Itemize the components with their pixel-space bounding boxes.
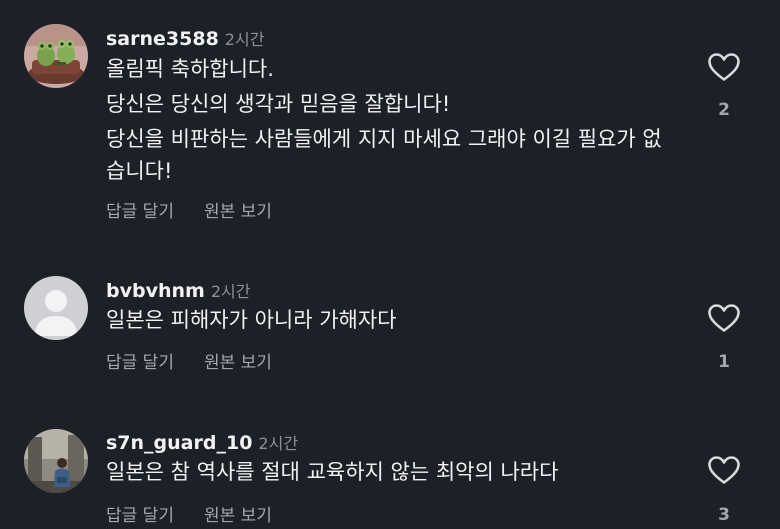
comment-text-line: 올림픽 축하합니다. xyxy=(106,57,274,81)
comment-body: 일본은 피해자가 아니라 가해자다 xyxy=(106,304,696,336)
comment-body: 올림픽 축하합니다. 당신은 당신의 생각과 믿음을 잘합니다! 당신을 비판하… xyxy=(106,53,696,187)
like-count: 2 xyxy=(718,100,730,120)
reply-button[interactable]: 답글 달기 xyxy=(106,353,174,373)
like-count: 3 xyxy=(718,505,730,525)
comment-body: 일본은 참 역사를 절대 교육하지 않는 최악의 나라다 xyxy=(106,456,696,488)
view-original-button[interactable]: 원본 보기 xyxy=(204,202,272,222)
frog-figurine-avatar-icon xyxy=(24,24,88,88)
comment-username[interactable]: bvbvhnm 2시간 xyxy=(106,278,250,302)
username-text[interactable]: s7n_guard_10 xyxy=(106,432,252,454)
comment-item: bvbvhnm 2시간 일본은 피해자가 아니라 가해자다 답글 달기 원본 보기 … xyxy=(0,240,780,390)
view-original-button[interactable]: 원본 보기 xyxy=(204,353,272,373)
comment-item: s7n_guard_10 2시간 일본은 참 역사를 절대 교육하지 않는 최악의… xyxy=(0,390,780,529)
comment-timestamp: 2시간 xyxy=(210,282,251,301)
comment-actions: 답글 달기 원본 보기 xyxy=(106,348,272,373)
avatar[interactable] xyxy=(24,24,88,88)
comment-timestamp: 2시간 xyxy=(224,30,265,49)
like-count: 1 xyxy=(718,352,730,372)
photo-avatar-icon xyxy=(24,429,88,493)
heart-icon[interactable] xyxy=(707,455,741,485)
default-person-avatar-icon xyxy=(24,276,88,340)
comment-item: sarne3588 2시간 올림픽 축하합니다. 당신은 당신의 생각과 믿음을 … xyxy=(0,0,780,240)
heart-icon[interactable] xyxy=(707,303,741,333)
reply-button[interactable]: 답글 달기 xyxy=(106,506,174,526)
view-original-button[interactable]: 원본 보기 xyxy=(204,506,272,526)
avatar[interactable] xyxy=(24,429,88,493)
username-text[interactable]: bvbvhnm xyxy=(106,280,205,302)
comment-username[interactable]: sarne3588 2시간 xyxy=(106,26,264,50)
comment-actions: 답글 달기 원본 보기 xyxy=(106,197,272,222)
comment-text-line: 일본은 피해자가 아니라 가해자다 xyxy=(106,308,397,332)
heart-icon[interactable] xyxy=(707,52,741,82)
avatar[interactable] xyxy=(24,276,88,340)
comment-text-line: 일본은 참 역사를 절대 교육하지 않는 최악의 나라다 xyxy=(106,460,559,484)
comment-username[interactable]: s7n_guard_10 2시간 xyxy=(106,430,298,454)
comment-text-line: 당신은 당신의 생각과 믿음을 잘합니다! xyxy=(106,92,451,116)
comment-text-line: 당신을 비판하는 사람들에게 지지 마세요 그래야 이길 필요가 없습니다! xyxy=(106,127,662,183)
username-text[interactable]: sarne3588 xyxy=(106,28,219,50)
comment-actions: 답글 달기 원본 보기 xyxy=(106,501,272,526)
reply-button[interactable]: 답글 달기 xyxy=(106,202,174,222)
comment-timestamp: 2시간 xyxy=(258,434,299,453)
